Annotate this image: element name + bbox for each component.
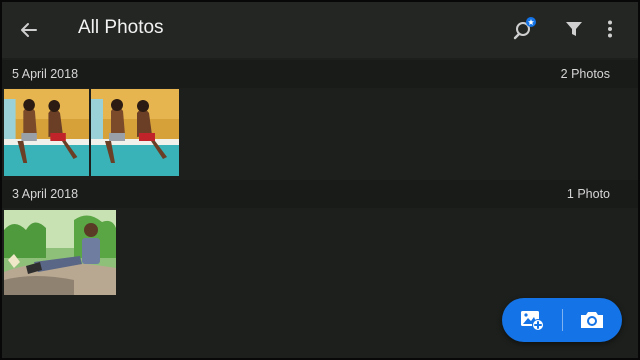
- app-bar: All Photos: [0, 0, 640, 58]
- camera-button[interactable]: [562, 298, 622, 342]
- back-button[interactable]: [14, 15, 44, 45]
- photo-thumbnail[interactable]: [91, 89, 179, 176]
- section-count: 1 Photo: [566, 187, 610, 201]
- add-photos-button[interactable]: [502, 298, 562, 342]
- add-photo-icon: [521, 311, 544, 331]
- section-count: 2 Photos: [560, 67, 610, 81]
- section-date: 3 April 2018: [12, 187, 79, 201]
- pool-photo-image: [4, 89, 89, 176]
- search-button[interactable]: [511, 15, 539, 43]
- filter-icon: [566, 22, 582, 36]
- portrait-photo-image: [4, 210, 116, 295]
- section-header: 5 April 2018 2 Photos: [0, 60, 640, 88]
- section-date: 5 April 2018: [12, 67, 79, 81]
- page-title: All Photos: [78, 17, 164, 38]
- pool-photo-image: [91, 89, 179, 176]
- camera-icon: [581, 312, 603, 328]
- photo-thumbnail[interactable]: [4, 89, 89, 176]
- filter-button[interactable]: [560, 15, 588, 43]
- more-options-button[interactable]: [596, 15, 624, 43]
- photo-thumbnail[interactable]: [4, 210, 116, 295]
- floating-action-buttons: [502, 298, 622, 342]
- search-sparkle-icon: [513, 17, 536, 40]
- section-header: 3 April 2018 1 Photo: [0, 180, 640, 208]
- more-vertical-icon: [608, 20, 612, 38]
- back-arrow-icon: [21, 23, 37, 37]
